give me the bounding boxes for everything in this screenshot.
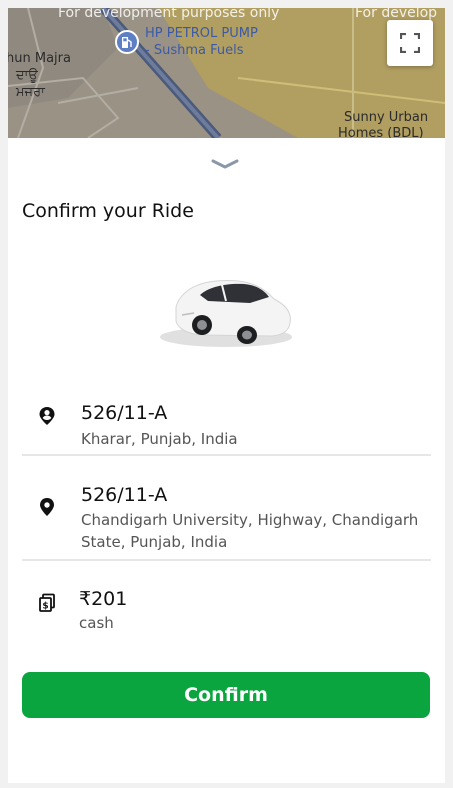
divider	[22, 559, 431, 561]
person-pin-icon	[39, 407, 55, 425]
payment-method-label: cash	[79, 614, 114, 632]
map-view[interactable]: For development purposes only For develo…	[8, 8, 445, 138]
pickup-location[interactable]: 526/11-A Kharar, Punjab, India	[22, 396, 431, 456]
divider	[22, 454, 431, 456]
fuel-station-icon[interactable]	[115, 30, 139, 54]
svg-text:$: $	[42, 601, 48, 611]
map-label-pump-2: - Sushma Fuels	[145, 43, 244, 58]
pickup-name: 526/11-A	[81, 402, 168, 424]
fullscreen-button[interactable]	[387, 20, 433, 66]
map-label-place-punjabi-1: ਦਾਊ	[16, 68, 38, 83]
chevron-down-icon	[211, 159, 239, 169]
ride-sheet: For development purposes only For develo…	[8, 8, 445, 783]
payment-method[interactable]: $ ₹201 cash	[22, 580, 431, 640]
map-label-pump-1: HP PETROL PUMP	[145, 26, 258, 41]
pickup-address: Kharar, Punjab, India	[81, 430, 238, 448]
location-pin-icon	[40, 498, 54, 516]
map-label-homes-2: Homes (BDL)	[338, 126, 424, 138]
dropoff-name: 526/11-A	[81, 484, 168, 506]
page-title: Confirm your Ride	[22, 200, 194, 222]
cash-icon: $	[39, 593, 55, 612]
map-label-place-punjabi-2: ਮਜਰਾ	[16, 85, 45, 100]
collapse-handle[interactable]	[211, 158, 239, 172]
fullscreen-icon	[400, 33, 420, 53]
dropoff-location[interactable]: 526/11-A Chandigarh University, Highway,…	[22, 476, 431, 556]
map-watermark-left: For development purposes only	[58, 8, 280, 21]
confirm-button[interactable]: Confirm	[22, 672, 430, 718]
map-label-place: hun Majra	[8, 51, 71, 66]
fare-amount: ₹201	[79, 588, 128, 610]
car-image	[160, 280, 292, 347]
map-label-homes-1: Sunny Urban	[344, 110, 429, 125]
dropoff-address: Chandigarh University, Highway, Chandiga…	[81, 511, 419, 551]
